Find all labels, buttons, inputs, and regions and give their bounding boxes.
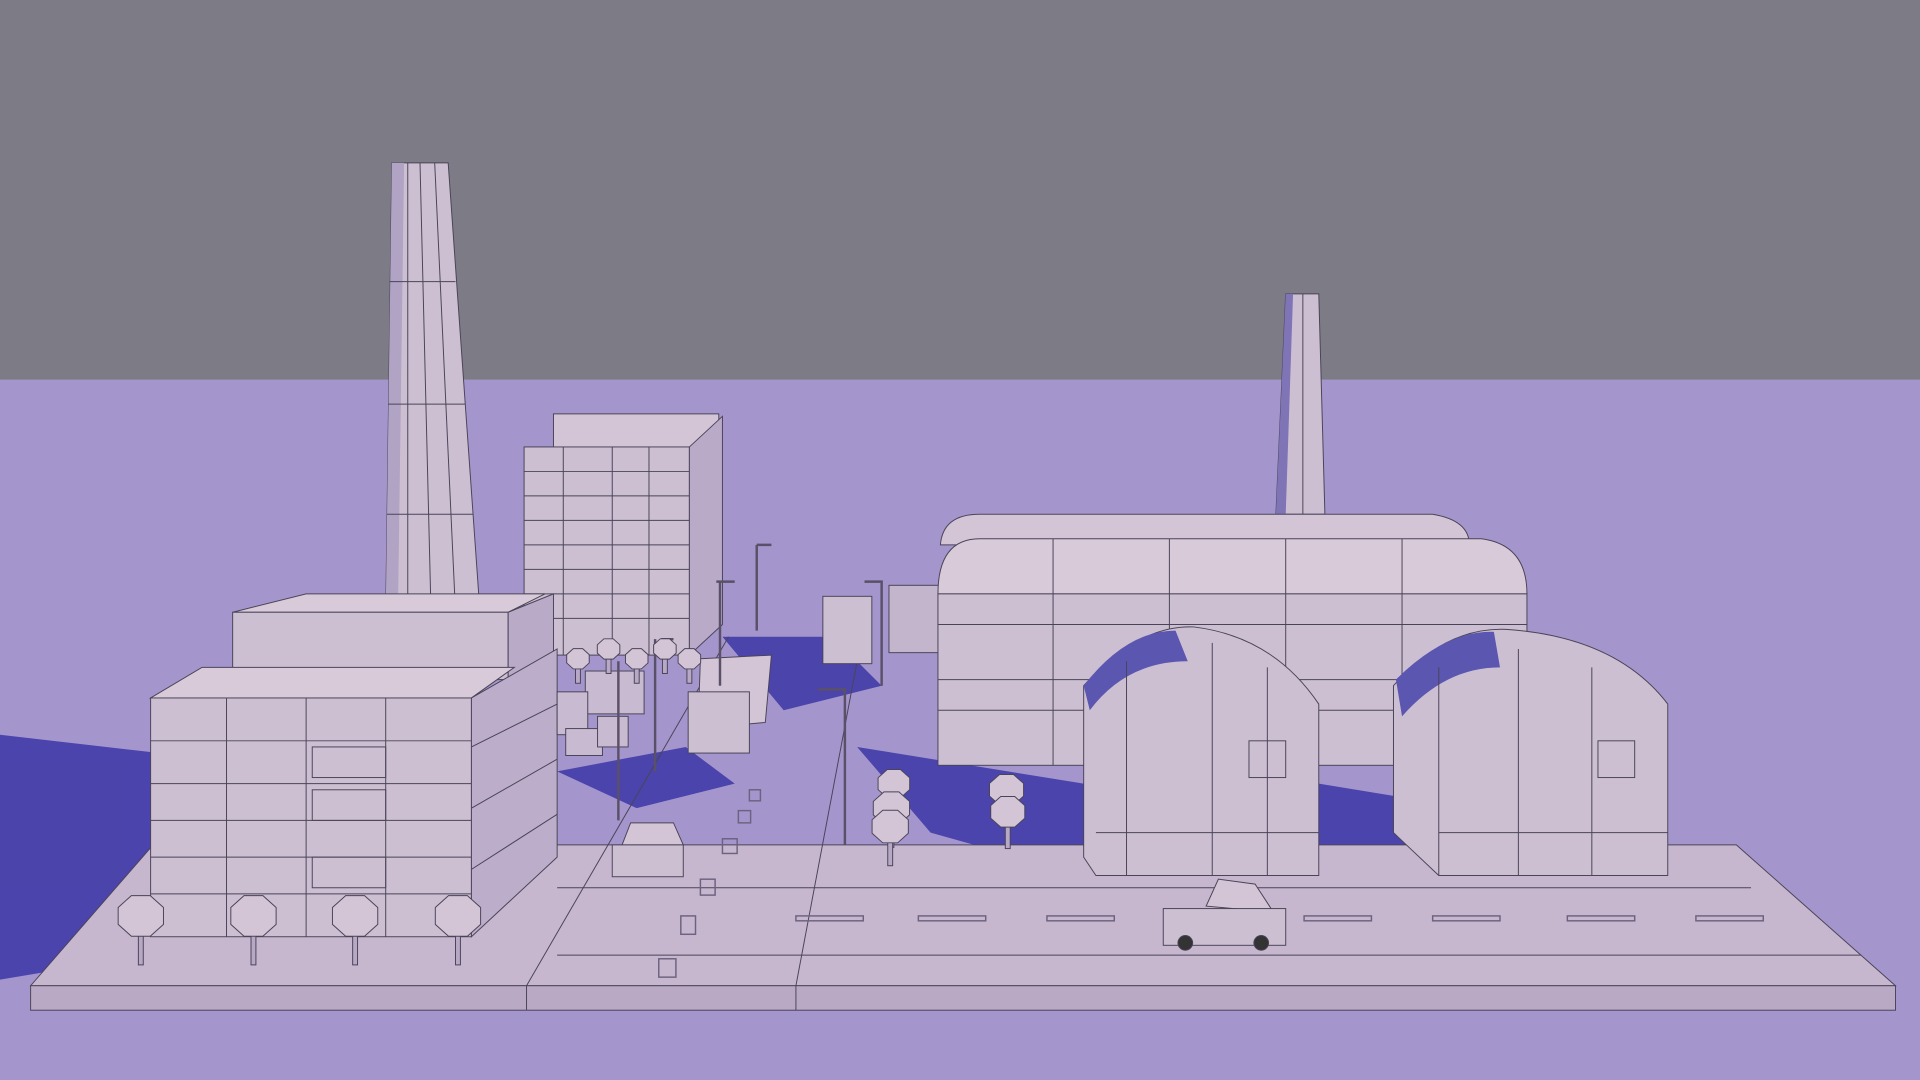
tree-canopy xyxy=(566,648,590,670)
tree-canopy xyxy=(624,648,649,670)
hangar-left xyxy=(1083,626,1320,876)
tree-canopy xyxy=(596,638,621,660)
industrial-scene-render xyxy=(0,0,1920,1080)
tree-canopy xyxy=(990,796,1026,828)
tree-canopy xyxy=(871,809,909,844)
tree-canopy xyxy=(677,648,702,670)
hangar-right xyxy=(1392,628,1669,876)
tree-canopy xyxy=(434,895,482,937)
tree-canopy xyxy=(653,638,677,660)
tree-canopy xyxy=(230,895,277,937)
tree-canopy xyxy=(331,895,379,937)
sky-background xyxy=(0,0,1920,381)
tree-canopy xyxy=(117,895,164,937)
